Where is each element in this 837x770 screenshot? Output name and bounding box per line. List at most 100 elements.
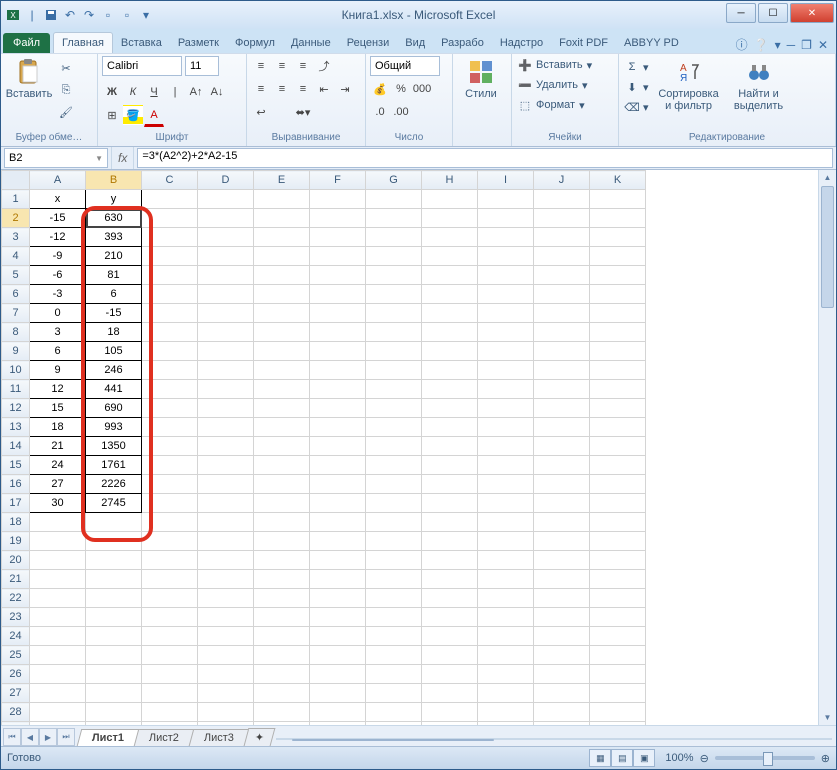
cell-G3[interactable] bbox=[366, 228, 422, 247]
cell-D26[interactable] bbox=[198, 665, 254, 684]
cell-F16[interactable] bbox=[310, 475, 366, 494]
cell-D10[interactable] bbox=[198, 361, 254, 380]
cell-H5[interactable] bbox=[422, 266, 478, 285]
cell-H29[interactable] bbox=[422, 722, 478, 726]
cell-I16[interactable] bbox=[478, 475, 534, 494]
indent-dec-icon[interactable]: ⇤ bbox=[314, 79, 334, 99]
cell-C21[interactable] bbox=[142, 570, 198, 589]
indent-inc-icon[interactable]: ⇥ bbox=[335, 79, 355, 99]
col-header-C[interactable]: C bbox=[142, 171, 198, 190]
cell-F9[interactable] bbox=[310, 342, 366, 361]
cell-K13[interactable] bbox=[590, 418, 646, 437]
cell-I26[interactable] bbox=[478, 665, 534, 684]
cell-E14[interactable] bbox=[254, 437, 310, 456]
cell-J19[interactable] bbox=[534, 532, 590, 551]
cell-I12[interactable] bbox=[478, 399, 534, 418]
cell-H27[interactable] bbox=[422, 684, 478, 703]
cell-C29[interactable] bbox=[142, 722, 198, 726]
tab-insert[interactable]: Вставка bbox=[113, 33, 170, 53]
cell-E6[interactable] bbox=[254, 285, 310, 304]
paste-button[interactable]: Вставить bbox=[5, 56, 53, 102]
cell-H25[interactable] bbox=[422, 646, 478, 665]
cell-J22[interactable] bbox=[534, 589, 590, 608]
cell-D13[interactable] bbox=[198, 418, 254, 437]
cell-D27[interactable] bbox=[198, 684, 254, 703]
cell-A8[interactable]: 3 bbox=[30, 323, 86, 342]
row-header-14[interactable]: 14 bbox=[2, 437, 30, 456]
cell-C6[interactable] bbox=[142, 285, 198, 304]
cell-H8[interactable] bbox=[422, 323, 478, 342]
cell-H13[interactable] bbox=[422, 418, 478, 437]
tab-addins[interactable]: Надстро bbox=[492, 33, 551, 53]
help-icon[interactable]: ❔ bbox=[754, 38, 769, 52]
cell-A21[interactable] bbox=[30, 570, 86, 589]
cell-A16[interactable]: 27 bbox=[30, 475, 86, 494]
cell-C22[interactable] bbox=[142, 589, 198, 608]
cell-A19[interactable] bbox=[30, 532, 86, 551]
cell-I2[interactable] bbox=[478, 209, 534, 228]
cell-G16[interactable] bbox=[366, 475, 422, 494]
cell-F8[interactable] bbox=[310, 323, 366, 342]
cell-I9[interactable] bbox=[478, 342, 534, 361]
col-header-E[interactable]: E bbox=[254, 171, 310, 190]
find-select-button[interactable]: Найти и выделить bbox=[727, 56, 791, 114]
cell-K8[interactable] bbox=[590, 323, 646, 342]
cell-B19[interactable] bbox=[86, 532, 142, 551]
cell-J25[interactable] bbox=[534, 646, 590, 665]
cell-I14[interactable] bbox=[478, 437, 534, 456]
tab-abbyy[interactable]: ABBYY PD bbox=[616, 33, 687, 53]
row-header-7[interactable]: 7 bbox=[2, 304, 30, 323]
cell-F19[interactable] bbox=[310, 532, 366, 551]
cell-H7[interactable] bbox=[422, 304, 478, 323]
cell-A14[interactable]: 21 bbox=[30, 437, 86, 456]
cell-G26[interactable] bbox=[366, 665, 422, 684]
align-middle-icon[interactable]: ≡ bbox=[272, 56, 292, 76]
cell-B2[interactable]: 630 bbox=[86, 209, 142, 228]
qat-icon1[interactable]: ▫ bbox=[100, 7, 116, 23]
name-box[interactable]: B2▼ bbox=[4, 148, 108, 168]
cell-E22[interactable] bbox=[254, 589, 310, 608]
row-header-2[interactable]: 2 bbox=[2, 209, 30, 228]
cell-I28[interactable] bbox=[478, 703, 534, 722]
merge-button[interactable]: ⬌▾ bbox=[272, 102, 334, 122]
row-header-28[interactable]: 28 bbox=[2, 703, 30, 722]
new-sheet-button[interactable]: ✦ bbox=[244, 728, 276, 746]
cell-F26[interactable] bbox=[310, 665, 366, 684]
cell-K22[interactable] bbox=[590, 589, 646, 608]
cell-J15[interactable] bbox=[534, 456, 590, 475]
cell-I8[interactable] bbox=[478, 323, 534, 342]
cell-J2[interactable] bbox=[534, 209, 590, 228]
cell-A26[interactable] bbox=[30, 665, 86, 684]
cell-A13[interactable]: 18 bbox=[30, 418, 86, 437]
cell-B13[interactable]: 993 bbox=[86, 418, 142, 437]
cell-E23[interactable] bbox=[254, 608, 310, 627]
cell-B17[interactable]: 2745 bbox=[86, 494, 142, 513]
font-name-select[interactable]: Calibri bbox=[102, 56, 182, 76]
cell-C10[interactable] bbox=[142, 361, 198, 380]
view-pagebreak-icon[interactable]: ▣ bbox=[633, 749, 655, 767]
align-right-icon[interactable]: ≡ bbox=[293, 79, 313, 99]
cell-F10[interactable] bbox=[310, 361, 366, 380]
cell-B6[interactable]: 6 bbox=[86, 285, 142, 304]
cell-K2[interactable] bbox=[590, 209, 646, 228]
cell-J7[interactable] bbox=[534, 304, 590, 323]
cell-C23[interactable] bbox=[142, 608, 198, 627]
cell-D14[interactable] bbox=[198, 437, 254, 456]
cell-A5[interactable]: -6 bbox=[30, 266, 86, 285]
cell-E19[interactable] bbox=[254, 532, 310, 551]
cell-B9[interactable]: 105 bbox=[86, 342, 142, 361]
align-top-icon[interactable]: ≡ bbox=[251, 56, 271, 76]
minimize-button[interactable]: ─ bbox=[726, 3, 756, 23]
cell-E13[interactable] bbox=[254, 418, 310, 437]
cell-G5[interactable] bbox=[366, 266, 422, 285]
cell-F22[interactable] bbox=[310, 589, 366, 608]
fill-button[interactable]: ⬇▾ bbox=[623, 78, 651, 96]
cell-K10[interactable] bbox=[590, 361, 646, 380]
row-header-18[interactable]: 18 bbox=[2, 513, 30, 532]
cell-G15[interactable] bbox=[366, 456, 422, 475]
cell-B27[interactable] bbox=[86, 684, 142, 703]
cell-E29[interactable] bbox=[254, 722, 310, 726]
row-header-24[interactable]: 24 bbox=[2, 627, 30, 646]
cell-A25[interactable] bbox=[30, 646, 86, 665]
cell-F24[interactable] bbox=[310, 627, 366, 646]
